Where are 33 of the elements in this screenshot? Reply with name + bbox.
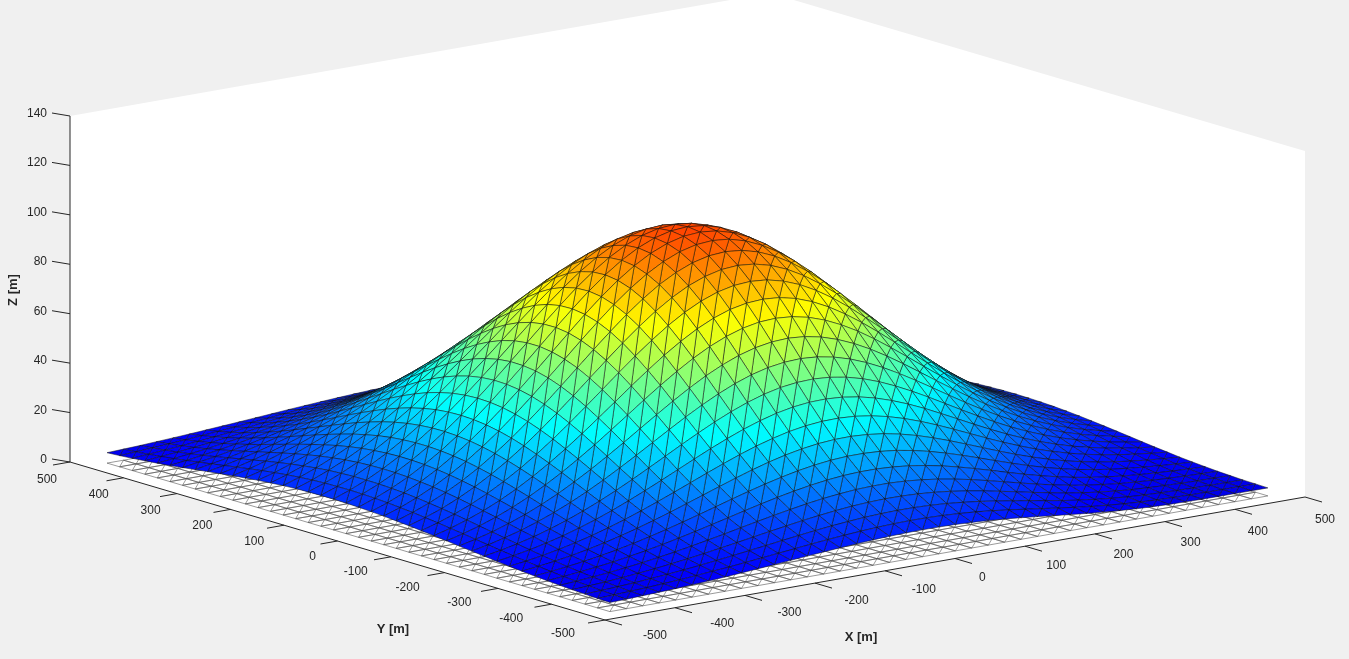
tick-label: -100 <box>343 564 368 579</box>
tick-label: 0 <box>309 549 316 563</box>
axis-label: Z [m] <box>5 274 20 306</box>
tick-label: 300 <box>1180 535 1201 550</box>
tick-label: 20 <box>33 402 47 417</box>
tick-label: 140 <box>26 106 47 120</box>
tick-label: 100 <box>1046 558 1067 573</box>
tick-label: 500 <box>36 472 57 486</box>
axis-label: X [m] <box>844 629 878 644</box>
tick-label: 200 <box>1113 546 1134 561</box>
tick-label: 0 <box>40 452 47 466</box>
tick-label: -400 <box>499 610 524 625</box>
tick-label: -300 <box>777 604 802 619</box>
axis-label: Y [m] <box>376 621 410 636</box>
tick-label: 60 <box>33 303 47 318</box>
tick-label: 100 <box>26 204 47 219</box>
tick-label: -500 <box>550 626 575 640</box>
tick-label: 400 <box>88 487 109 502</box>
tick-label: 40 <box>33 353 47 368</box>
tick-label: 500 <box>1315 512 1336 526</box>
tick-label: -500 <box>643 628 668 642</box>
tick-label: -100 <box>911 581 936 596</box>
tick-label: -200 <box>395 579 420 594</box>
tick-label: 400 <box>1247 523 1268 538</box>
tick-label: 200 <box>192 518 213 533</box>
tick-label: -200 <box>844 593 869 608</box>
tick-label: -300 <box>447 595 472 610</box>
tick-label: -400 <box>710 616 735 631</box>
tick-label: 120 <box>26 155 47 170</box>
tick-label: 0 <box>979 570 986 584</box>
tick-label: 80 <box>33 254 47 269</box>
tick-label: 100 <box>244 533 265 548</box>
tick-label: 300 <box>140 502 161 517</box>
